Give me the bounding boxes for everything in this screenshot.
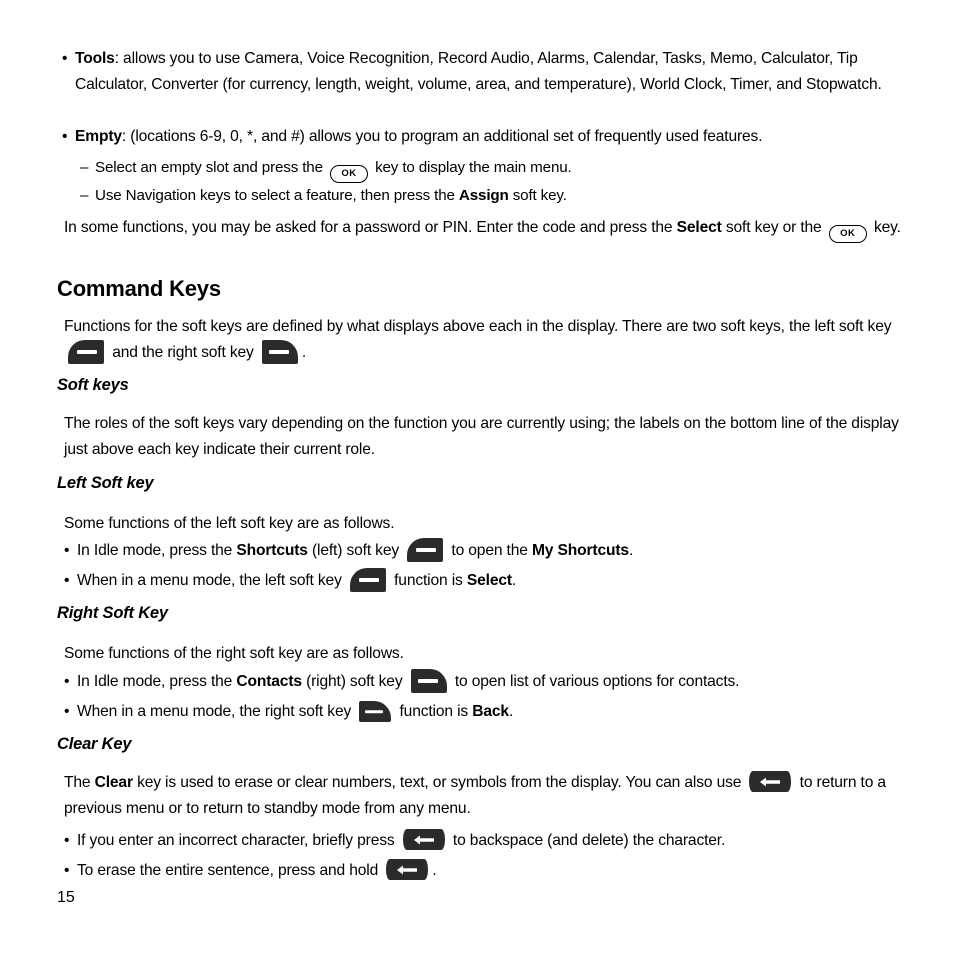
- right-soft-key-icon: [261, 340, 298, 364]
- subsection-heading-clear-key: Clear Key: [57, 735, 132, 753]
- intro-text-1: Functions for the soft keys are defined …: [64, 318, 892, 335]
- bullet-text-2: (right) soft key: [306, 673, 403, 690]
- sub-list-item: – Select an empty slot and press the OK …: [80, 155, 880, 183]
- bullet-text-1: In Idle mode, press the: [77, 542, 233, 559]
- bullet-text-1: If you enter an incorrect character, bri…: [77, 832, 395, 849]
- soft-key-bar: [417, 679, 438, 683]
- bullet-text-2: to backspace (and delete) the character.: [452, 832, 726, 849]
- right-soft-key-icon: [410, 669, 447, 693]
- bullet-text-3: function is: [399, 703, 469, 720]
- soft-key-bar: [416, 548, 437, 552]
- bullet-text-2: .: [432, 862, 437, 879]
- my-shortcuts-bold: My Shortcuts: [531, 542, 629, 559]
- bullet-text-4: .: [511, 572, 517, 589]
- clear-text-1: The: [64, 774, 91, 791]
- sub-list-item: – Use Navigation keys to select a featur…: [80, 183, 880, 208]
- left-soft-key-icon: [407, 538, 444, 562]
- list-item: • Empty: (locations 6-9, 0, *, and #) al…: [62, 124, 892, 150]
- ok-key-icon: OK: [828, 225, 867, 243]
- bullet-marker: •: [64, 703, 70, 720]
- soft-key-bar: [268, 350, 289, 354]
- sub-item-text-after: key to display the main menu.: [375, 159, 572, 176]
- bullet-marker: •: [64, 542, 70, 559]
- subsection-heading-right-soft-key: Right Soft Key: [57, 604, 168, 622]
- right-soft-key-paragraph: Some functions of the right soft key are…: [64, 645, 404, 662]
- sub-item-text-before: Select an empty slot and press the: [95, 159, 323, 176]
- command-keys-intro: Functions for the soft keys are defined …: [64, 314, 912, 366]
- dash-marker: –: [80, 159, 89, 176]
- clear-key-icon: [386, 859, 429, 880]
- subsection-heading-left-soft-key: Left Soft key: [57, 474, 154, 492]
- list-item: • If you enter an incorrect character, b…: [64, 828, 912, 854]
- list-item: • Tools: allows you to use Camera, Voice…: [62, 46, 892, 98]
- soft-keys-paragraph: The roles of the soft keys vary dependin…: [64, 415, 899, 458]
- list-item: • In Idle mode, press the Contacts (righ…: [64, 669, 912, 695]
- bullet-text-3: to open the: [451, 542, 528, 559]
- manual-page: • Tools: allows you to use Camera, Voice…: [0, 0, 954, 954]
- list-item: • To erase the entire sentence, press an…: [64, 858, 912, 884]
- bullet-marker: •: [64, 673, 70, 690]
- contacts-bold: Contacts: [236, 673, 302, 690]
- paragraph-text-1: In some functions, you may be asked for …: [64, 219, 673, 236]
- bullet-marker: •: [62, 50, 68, 67]
- bullet-marker: •: [62, 128, 68, 145]
- sub-item-text-before: Use Navigation keys to select a feature,…: [95, 187, 455, 204]
- bullet-text-1: When in a menu mode, the right soft key: [77, 703, 352, 720]
- soft-key-bar: [358, 578, 379, 582]
- bullet-text-4: .: [508, 703, 514, 720]
- list-item-term: Empty: [75, 128, 122, 145]
- shortcuts-bold: Shortcuts: [236, 542, 308, 559]
- bullet-text-1: When in a menu mode, the left soft key: [77, 572, 342, 589]
- list-item: • When in a menu mode, the right soft ke…: [64, 699, 912, 725]
- bullet-text-2: (left) soft key: [312, 542, 400, 559]
- back-bold: Back: [472, 703, 509, 720]
- left-arrow-glyph: [397, 865, 418, 874]
- bullet-marker: •: [64, 572, 70, 589]
- select-bold: Select: [676, 219, 722, 236]
- intro-text-2: and the right soft key: [112, 344, 254, 361]
- section-heading-command-keys: Command Keys: [57, 276, 221, 301]
- bullet-text-1: To erase the entire sentence, press and …: [77, 862, 379, 879]
- list-item: • In Idle mode, press the Shortcuts (lef…: [64, 538, 912, 564]
- sub-item-text-after: soft key.: [512, 187, 567, 204]
- bullet-marker: •: [64, 832, 70, 849]
- left-arrow-glyph: [413, 835, 434, 844]
- subsection-heading-soft-keys: Soft keys: [57, 376, 129, 394]
- sub-item-bold: Assign: [458, 187, 509, 204]
- bullet-marker: •: [64, 862, 70, 879]
- password-paragraph: In some functions, you may be asked for …: [64, 215, 909, 243]
- right-soft-key-icon: [359, 701, 392, 722]
- soft-key-bar: [77, 350, 97, 354]
- intro-text-3: .: [301, 344, 307, 361]
- bullet-text-4: .: [628, 542, 634, 559]
- clear-key-paragraph: The Clear key is used to erase or clear …: [64, 770, 912, 822]
- select-bold: Select: [466, 572, 512, 589]
- bullet-text-3: to open list of various options for cont…: [454, 673, 740, 690]
- soft-key-bar: [365, 709, 384, 714]
- left-soft-key-paragraph: Some functions of the left soft key are …: [64, 515, 395, 532]
- dash-marker: –: [80, 187, 89, 204]
- left-soft-key-icon: [349, 568, 386, 592]
- left-soft-key-icon: [68, 340, 104, 364]
- list-item-text: : (locations 6-9, 0, *, and #) allows yo…: [121, 128, 763, 145]
- paragraph-text-2: soft key or the: [725, 219, 822, 236]
- clear-key-icon: [749, 771, 792, 792]
- paragraph-text-3: key.: [873, 219, 901, 236]
- clear-text-2: key is used to erase or clear numbers, t…: [137, 774, 742, 791]
- list-item: • When in a menu mode, the left soft key…: [64, 568, 912, 594]
- bullet-text-3: function is: [394, 572, 463, 589]
- list-item-text: : allows you to use Camera, Voice Recogn…: [75, 50, 882, 93]
- left-arrow-glyph: [760, 777, 781, 786]
- page-number: 15: [57, 889, 75, 906]
- list-item-term: Tools: [75, 50, 115, 67]
- clear-bold: Clear: [94, 774, 133, 791]
- ok-key-icon: OK: [329, 165, 368, 183]
- bullet-text-1: In Idle mode, press the: [77, 673, 233, 690]
- clear-key-icon: [402, 829, 445, 850]
